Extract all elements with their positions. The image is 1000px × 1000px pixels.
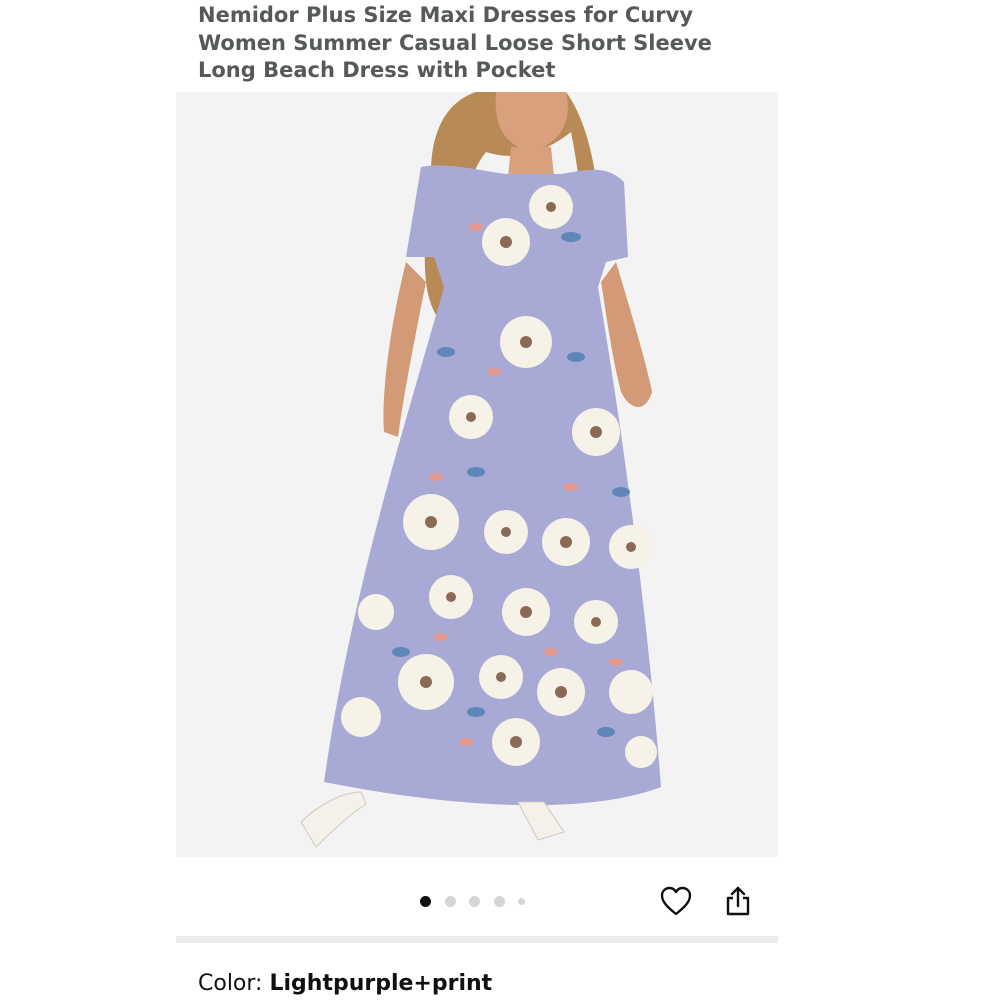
favorite-button[interactable] [658,885,694,921]
product-image[interactable] [176,92,778,857]
product-title: Nemidor Plus Size Maxi Dresses for Curvy… [198,3,712,82]
color-value: Lightpurple+print [269,971,493,996]
color-variation: Color: Lightpurple+print [198,970,492,998]
gallery-dot-4[interactable] [493,896,505,907]
product-image-gallery[interactable] [176,92,778,857]
gallery-pagination[interactable] [420,896,539,907]
gallery-dot-3[interactable] [469,896,480,907]
color-label: Color: [198,971,270,996]
gallery-dot-1[interactable] [420,896,431,907]
share-button[interactable] [720,885,756,921]
heart-icon [660,886,692,921]
section-divider [176,936,778,943]
gallery-dot-5[interactable] [518,898,525,905]
gallery-dot-2[interactable] [444,896,456,907]
share-icon [724,885,752,922]
